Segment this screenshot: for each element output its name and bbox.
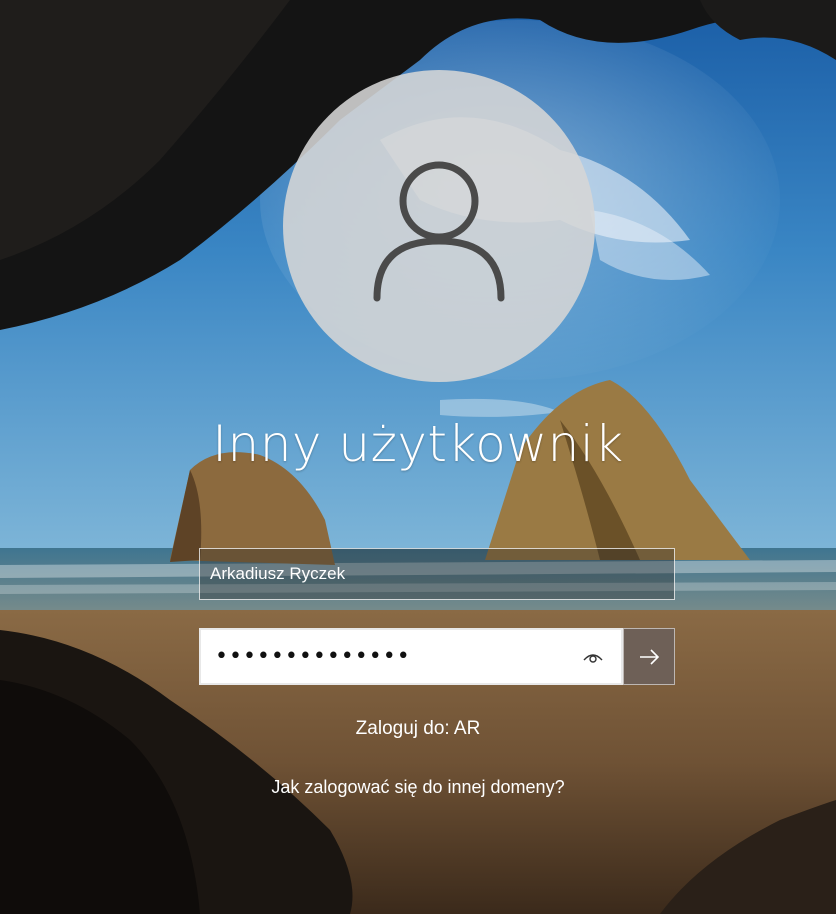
sign-in-to-domain: Zaloguj do: AR <box>355 718 481 739</box>
password-input[interactable]: •••••••••••••• <box>201 644 577 669</box>
password-field[interactable]: •••••••••••••• <box>199 628 623 685</box>
arrow-right-icon <box>640 648 660 665</box>
other-domain-link[interactable]: Jak zalogować się do innej domeny? <box>0 777 836 798</box>
username-field[interactable] <box>199 548 675 600</box>
user-avatar <box>283 70 595 382</box>
user-name-title: Inny użytkownik <box>212 415 624 473</box>
eye-icon[interactable] <box>577 641 609 673</box>
user-avatar-icon <box>373 161 505 302</box>
password-row: •••••••••••••• <box>199 628 675 685</box>
submit-button[interactable] <box>623 628 675 685</box>
username-input[interactable] <box>200 549 674 599</box>
